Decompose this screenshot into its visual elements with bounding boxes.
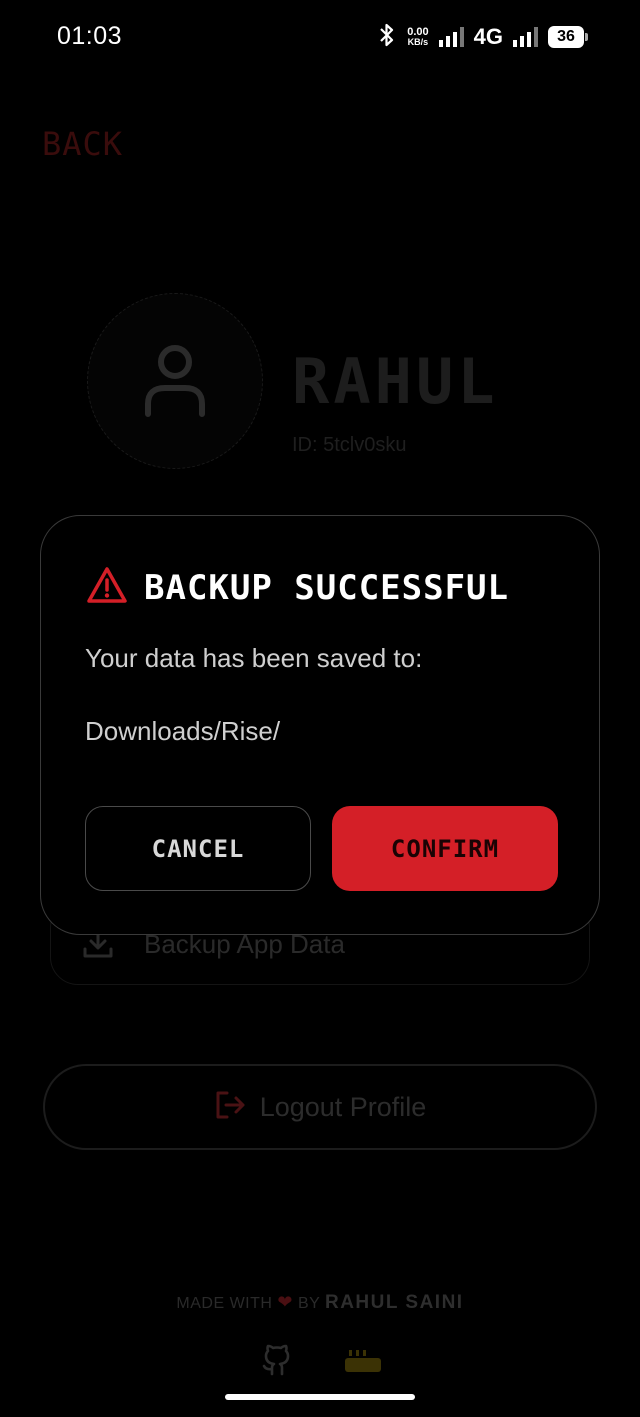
profile-name: RAHUL	[292, 345, 499, 418]
made-with-text: MADE WITH	[176, 1295, 273, 1312]
author-name: RAHUL SAINI	[324, 1292, 464, 1313]
confirm-button[interactable]: CONFIRM	[332, 806, 558, 891]
logout-profile-button[interactable]: Logout Profile	[43, 1064, 597, 1150]
heart-icon: ❤	[277, 1292, 293, 1312]
user-icon	[145, 345, 205, 417]
status-icons: 0.00 KB/s 4G 36	[377, 22, 588, 53]
avatar[interactable]	[87, 293, 263, 469]
signal-icon	[513, 27, 538, 47]
back-button[interactable]: BACK	[42, 125, 123, 163]
dialog-header: BACKUP SUCCESSFUL	[86, 566, 509, 609]
profile-id: ID: 5tclv0sku	[292, 434, 407, 456]
warning-icon	[86, 566, 128, 609]
github-icon[interactable]	[260, 1344, 294, 1383]
network-type: 4G	[473, 24, 503, 49]
battery-icon: 36	[548, 26, 588, 48]
status-bar: 01:03 0.00 KB/s 4G 36	[0, 0, 640, 76]
logout-profile-label: Logout Profile	[259, 1091, 427, 1122]
footer-credit: MADE WITH ❤ BY RAHUL SAINI	[0, 1292, 640, 1314]
coffee-icon[interactable]	[343, 1348, 383, 1381]
status-time: 01:03	[57, 22, 123, 50]
network-speed-unit: KB/s	[407, 37, 429, 47]
cancel-button[interactable]: CANCEL	[85, 806, 311, 891]
dialog-title: BACKUP SUCCESSFUL	[144, 567, 509, 608]
home-indicator[interactable]	[225, 1394, 415, 1400]
network-speed: 0.00 KB/s	[407, 26, 429, 48]
backup-success-dialog: BACKUP SUCCESSFUL Your data has been sav…	[40, 515, 600, 935]
bluetooth-icon	[377, 22, 397, 53]
by-text: BY	[297, 1295, 321, 1312]
backup-path: Downloads/Rise/	[85, 716, 281, 746]
logout-icon	[214, 1090, 246, 1125]
dialog-message: Your data has been saved to:	[85, 643, 423, 673]
network-speed-value: 0.00	[407, 26, 429, 38]
signal-icon	[438, 27, 464, 47]
